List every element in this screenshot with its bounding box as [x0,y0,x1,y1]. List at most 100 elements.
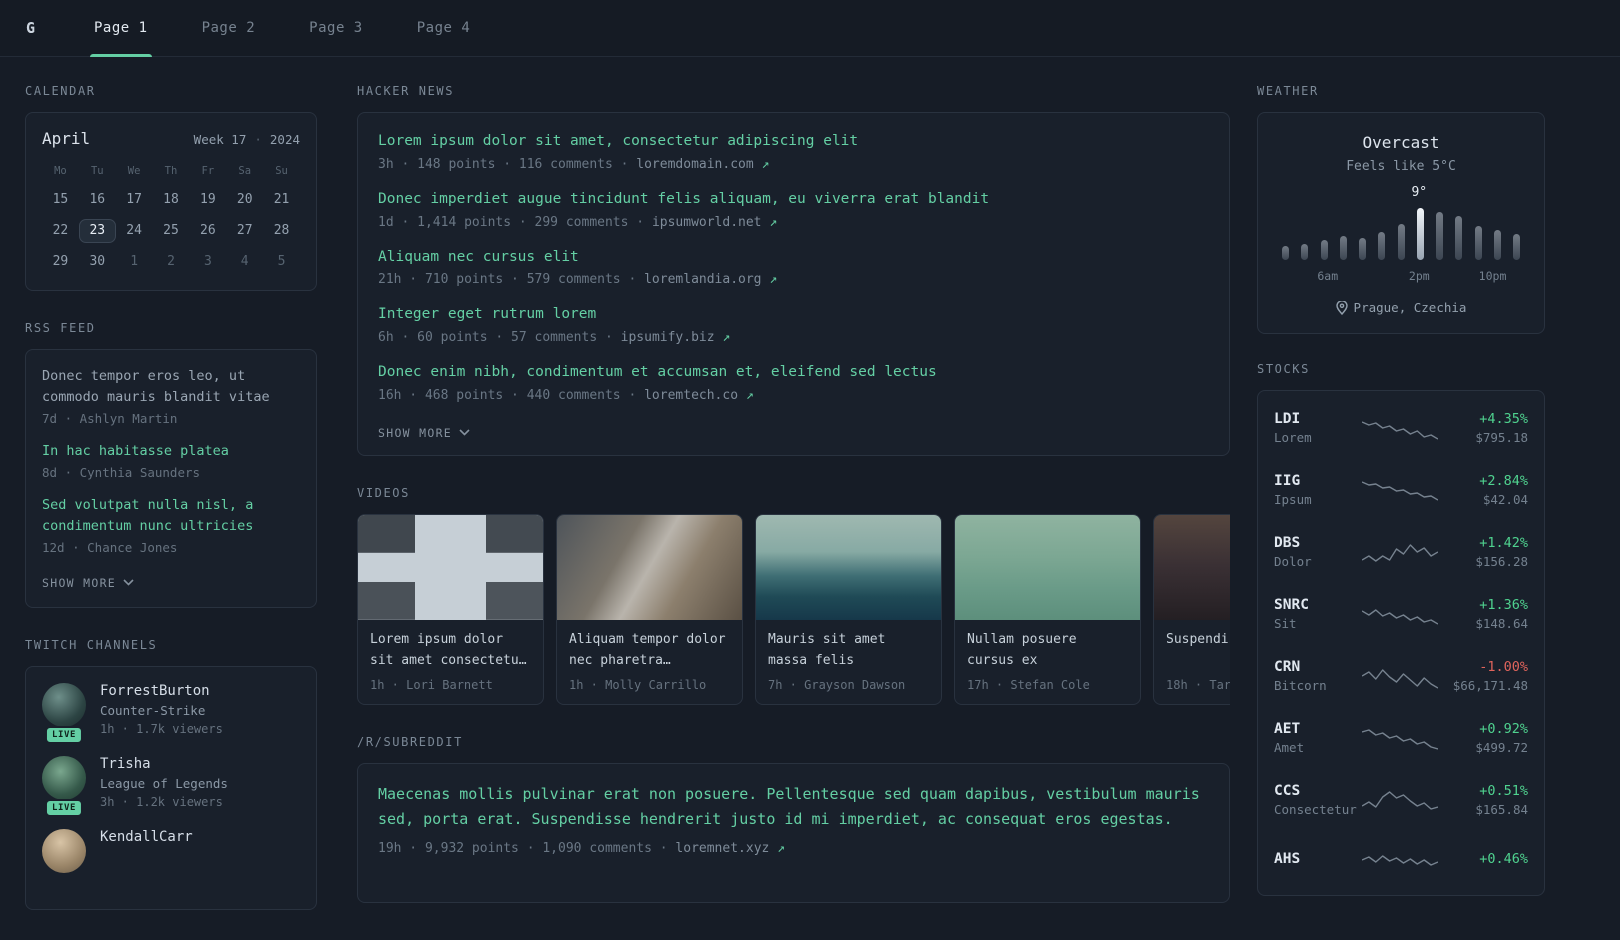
twitch-channel[interactable]: LIVE ForrestBurton Counter-Strike 1h · 1… [42,682,300,744]
chevron-down-icon [123,579,134,586]
tab-page-3[interactable]: Page 3 [307,0,365,56]
hn-item-title[interactable]: Integer eget rutrum lorem [378,304,1209,326]
video-body: Aliquam tempor dolor nec pharetra… 1h · … [557,620,742,704]
video-card[interactable]: Mauris sit amet massa felis 7h · Grayson… [755,513,942,705]
external-link-icon[interactable]: ↗ [769,215,777,230]
video-card[interactable]: Aliquam tempor dolor nec pharetra… 1h · … [556,513,743,705]
stock-price: $42.04 [1482,492,1528,507]
video-title[interactable]: Mauris sit amet massa felis [768,630,929,672]
weekday-label: Fr [201,165,215,177]
video-thumbnail[interactable] [756,514,941,620]
middle-column: HACKER NEWS Lorem ipsum dolor sit amet, … [357,84,1230,933]
calendar-day: 17 [126,192,142,207]
calendar-day-outside: 1 [130,254,139,269]
subreddit-domain-link[interactable]: loremnet.xyz [675,841,769,856]
tab-page-2[interactable]: Page 2 [200,0,258,56]
twitch-channel[interactable]: KendallCarr [42,828,300,873]
hn-item-title[interactable]: Lorem ipsum dolor sit amet, consectetur … [378,131,1209,153]
external-link-icon[interactable]: ↗ [777,841,785,856]
calendar-day: 29 [52,254,69,269]
video-title[interactable]: Lorem ipsum dolor sit amet consectetu… [370,630,531,672]
video-thumbnail[interactable] [557,514,742,620]
hn-item-title[interactable]: Donec imperdiet augue tincidunt felis al… [378,189,1209,211]
video-card[interactable]: Nullam posuere cursus ex 17h · Stefan Co… [954,513,1141,705]
weather-feels-like: Feels like 5°C [1346,159,1456,174]
calendar-day: 21 [273,192,290,207]
calendar-widget: CALENDAR April Week 17 · 2024 Mo Tu We T… [25,84,317,291]
stock-row[interactable]: DBS Dolor +1.42% $156.28 [1274,521,1528,583]
dot-separator: · [254,132,262,147]
calendar-header: April Week 17 · 2024 [42,129,300,148]
tab-page-4[interactable]: Page 4 [415,0,473,56]
rss-item-title[interactable]: Sed volutpat nulla nisl, a condimentum n… [42,495,300,537]
stock-row[interactable]: SNRC Sit +1.36% $148.64 [1274,583,1528,645]
show-more-label: SHOW MORE [42,575,117,590]
video-thumbnail[interactable] [1154,514,1230,620]
rss-show-more-button[interactable]: SHOW MORE [42,576,134,590]
tab-page-1[interactable]: Page 1 [90,0,152,57]
video-card[interactable]: Suspendisse diam 18h · Tara [1153,513,1230,705]
hn-domain-link[interactable]: loremdomain.com [636,157,753,172]
stock-row[interactable]: CRN Bitcorn -1.00% $66,171.48 [1274,645,1528,707]
video-body: Suspendisse diam 18h · Tara [1154,620,1230,704]
calendar-month: April [42,129,91,148]
stock-row[interactable]: LDI Lorem +4.35% $795.18 [1274,397,1528,459]
avatar [42,828,86,873]
hn-item-meta: 3h · 148 points · 116 comments · loremdo… [378,157,1209,172]
hn-show-more-button[interactable]: SHOW MORE [378,426,470,440]
channel-info: ForrestBurton Counter-Strike 1h · 1.7k v… [100,683,223,736]
rss-item: Donec tempor eros leo, ut commodo mauris… [42,366,300,426]
calendar-day-outside: 3 [203,254,212,269]
hn-item-title[interactable]: Aliquam nec cursus elit [378,247,1209,269]
hn-domain-link[interactable]: loremlandia.org [644,272,761,287]
weather-time-row: 6am 2pm 10pm [1282,269,1520,284]
stock-row[interactable]: IIG Ipsum +2.84% $42.04 [1274,459,1528,521]
subreddit-post-title[interactable]: Maecenas mollis pulvinar erat non posuer… [378,782,1209,833]
hn-domain-link[interactable]: loremtech.co [644,388,738,403]
weather-time-label: 10pm [1478,269,1507,283]
subreddit-card: Maecenas mollis pulvinar erat non posuer… [357,762,1230,903]
stock-sparkline [1362,421,1438,440]
weather-card: Overcast Feels like 5°C 9° 6am 2pm 10pm … [1257,112,1545,334]
stock-symbol: SNRC [1274,597,1309,613]
weather-bar [1320,240,1328,260]
weather-widget: WEATHER Overcast Feels like 5°C 9° 6am 2… [1257,84,1545,334]
video-title[interactable]: Aliquam tempor dolor nec pharetra… [569,630,730,672]
external-link-icon[interactable]: ↗ [769,272,777,287]
calendar-day: 25 [163,223,179,238]
twitch-channel[interactable]: LIVE Trisha League of Legends 3h · 1.2k … [42,755,300,817]
stock-values: +0.92% $499.72 [1475,721,1528,755]
external-link-icon[interactable]: ↗ [722,330,730,345]
calendar-day: 28 [273,223,290,238]
channel-meta: 3h · 1.2k viewers [100,794,223,809]
video-thumbnail[interactable] [358,514,543,620]
external-link-icon[interactable]: ↗ [762,157,770,172]
video-card[interactable]: Lorem ipsum dolor sit amet consectetu… 1… [357,513,544,705]
hn-domain-link[interactable]: ipsumify.biz [621,330,715,345]
stock-values: +1.36% $148.64 [1475,597,1528,631]
stock-row[interactable]: CCS Consectetur +0.51% $165.84 [1274,769,1528,831]
weather-bar [1339,236,1347,260]
video-thumbnail[interactable] [955,514,1140,620]
stock-row[interactable]: AET Amet +0.92% $499.72 [1274,707,1528,769]
hn-item: Integer eget rutrum lorem 6h · 60 points… [378,304,1209,345]
stock-row[interactable]: AHS +0.46% [1274,831,1528,889]
stocks-card: LDI Lorem +4.35% $795.18 IIG Ipsum +2.84… [1257,390,1545,896]
video-body: Nullam posuere cursus ex 17h · Stefan Co… [955,620,1140,704]
rss-widget: RSS FEED Donec tempor eros leo, ut commo… [25,321,317,608]
hn-domain-link[interactable]: ipsumworld.net [652,215,762,230]
channel-name[interactable]: Trisha [100,756,228,772]
video-title[interactable]: Suspendisse diam [1166,630,1230,672]
calendar-weekday-row: Mo Tu We Th Fr Sa Su [42,165,300,177]
rss-item-title[interactable]: In hac habitasse platea [42,441,300,462]
twitch-widget: TWITCH CHANNELS LIVE ForrestBurton Count… [25,638,317,910]
calendar-day: 26 [200,223,216,238]
hn-item-meta: 6h · 60 points · 57 comments · ipsumify.… [378,330,1209,345]
channel-name[interactable]: KendallCarr [100,829,193,845]
external-link-icon[interactable]: ↗ [746,388,754,403]
channel-name[interactable]: ForrestBurton [100,683,223,699]
rss-item-title[interactable]: Donec tempor eros leo, ut commodo mauris… [42,366,300,408]
stock-sparkline [1362,791,1438,810]
video-title[interactable]: Nullam posuere cursus ex [967,630,1128,672]
hn-item-title[interactable]: Donec enim nibh, condimentum et accumsan… [378,362,1209,384]
